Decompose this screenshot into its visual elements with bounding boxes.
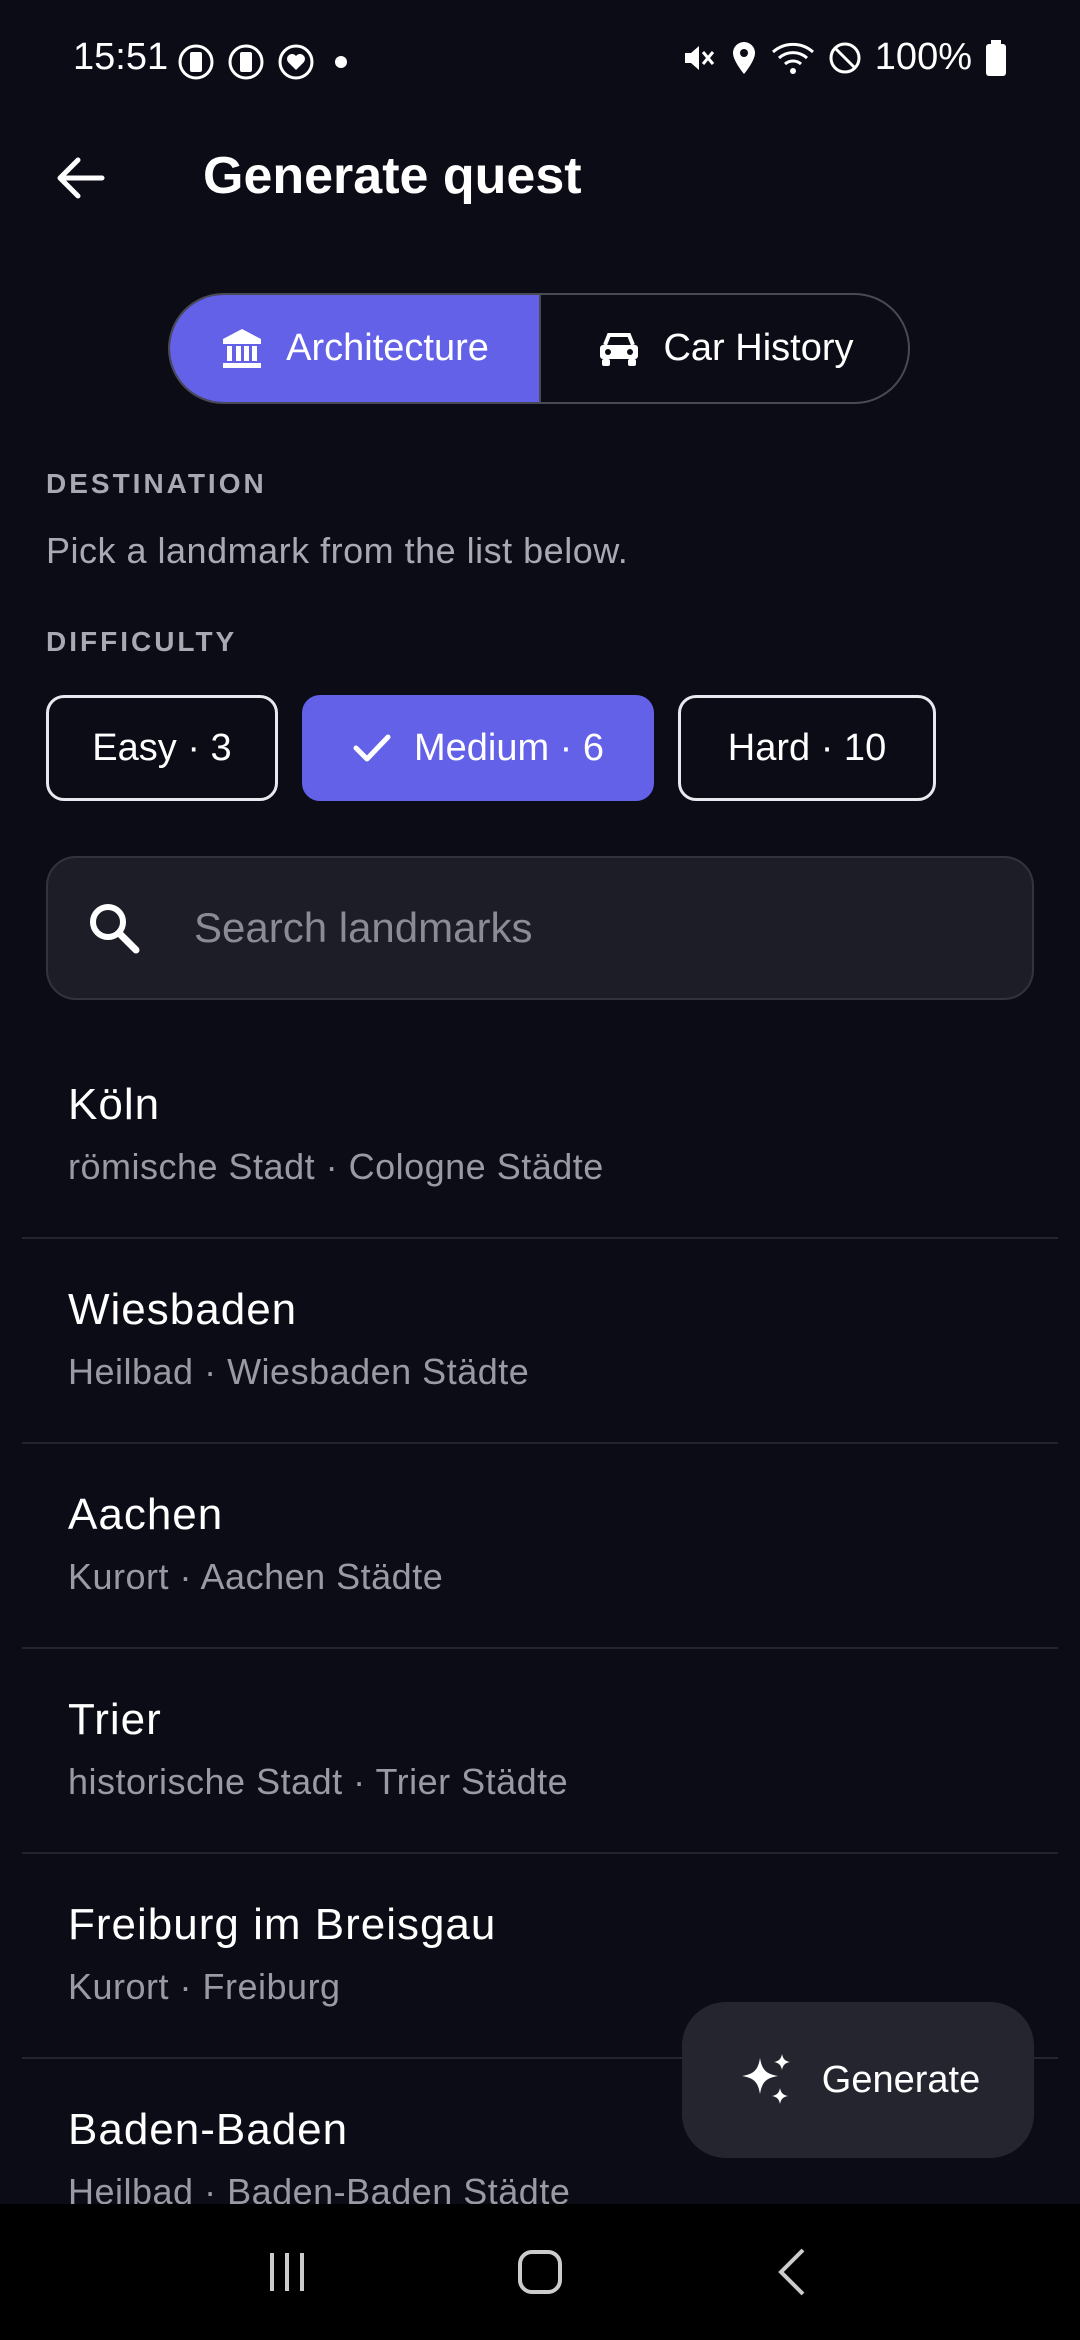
search-input[interactable] — [194, 904, 974, 952]
segment-label: Car History — [663, 327, 854, 369]
battery-percent: 100% — [874, 36, 972, 78]
recents-button[interactable] — [237, 2232, 337, 2312]
heart-notification-icon — [278, 44, 314, 80]
arrow-left-icon — [57, 157, 105, 199]
landmark-subtitle: Heilbad · Wiesbaden Städte — [68, 1351, 530, 1392]
sparkle-icon — [741, 2054, 790, 2104]
landmark-name: Wiesbaden — [68, 1285, 298, 1334]
mute-icon — [684, 45, 714, 70]
wifi-icon — [771, 42, 814, 74]
search-bar — [46, 856, 1034, 1000]
status-right: 100% — [681, 36, 1008, 79]
landmark-name: Freiburg im Breisgau — [68, 1900, 497, 1949]
landmark-subtitle: römische Stadt · Cologne Städte — [68, 1146, 604, 1187]
list-item[interactable]: Trier historische Stadt · Trier Städte — [22, 1649, 1058, 1854]
status-bar: 15:51 100% — [0, 0, 1080, 124]
generate-button[interactable]: Generate — [682, 2002, 1034, 2158]
screen: 15:51 100% Generate quest Architecture C… — [0, 0, 1080, 2340]
landmark-name: Aachen — [68, 1490, 224, 1539]
generate-label: Generate — [821, 2058, 981, 2101]
landmark-name: Köln — [68, 1080, 161, 1129]
car-icon — [600, 332, 639, 366]
category-segmented-control: Architecture Car History — [168, 293, 910, 404]
destination-helper: Pick a landmark from the list below. — [46, 530, 629, 571]
chip-label: Medium · 6 — [413, 726, 605, 769]
chip-label: Easy · 3 — [92, 726, 232, 769]
difficulty-label: DIFFICULTY — [46, 626, 238, 657]
landmark-subtitle: Kurort · Freiburg — [68, 1966, 341, 2007]
page-title: Generate quest — [203, 147, 582, 205]
back-button[interactable] — [40, 146, 120, 210]
difficulty-chip-hard[interactable]: Hard · 10 — [678, 695, 936, 801]
destination-label: DESTINATION — [46, 468, 267, 499]
do-not-disturb-icon — [829, 42, 861, 73]
landmark-name: Trier — [68, 1695, 162, 1744]
home-button[interactable] — [490, 2232, 590, 2312]
search-icon — [90, 904, 140, 954]
system-nav-bar — [0, 2204, 1080, 2340]
recents-icon — [269, 2253, 304, 2291]
app-notification-icon — [178, 44, 214, 80]
difficulty-chips: Easy · 3 Medium · 6 Hard · 10 — [46, 695, 936, 801]
segment-architecture[interactable]: Architecture — [170, 295, 541, 402]
app-notification-icon — [228, 44, 264, 80]
museum-icon — [223, 328, 262, 368]
chip-label: Hard · 10 — [727, 726, 887, 769]
landmark-name: Baden-Baden — [68, 2105, 349, 2154]
difficulty-chip-easy[interactable]: Easy · 3 — [46, 695, 278, 801]
home-icon — [517, 2250, 562, 2294]
battery-icon — [986, 39, 1006, 76]
dot-icon — [335, 56, 347, 68]
location-icon — [732, 41, 755, 74]
list-item[interactable]: Aachen Kurort · Aachen Städte — [22, 1444, 1058, 1649]
landmark-subtitle: historische Stadt · Trier Städte — [68, 1761, 569, 1802]
notification-icons — [176, 42, 356, 82]
check-icon — [353, 734, 391, 762]
list-item[interactable]: Köln römische Stadt · Cologne Städte — [22, 1034, 1058, 1239]
segment-car-history[interactable]: Car History — [541, 295, 908, 402]
landmark-subtitle: Kurort · Aachen Städte — [68, 1556, 444, 1597]
list-item[interactable]: Wiesbaden Heilbad · Wiesbaden Städte — [22, 1239, 1058, 1444]
difficulty-chip-medium[interactable]: Medium · 6 — [302, 695, 654, 801]
status-time: 15:51 — [73, 36, 169, 78]
segment-label: Architecture — [286, 327, 489, 369]
system-back-button[interactable] — [743, 2232, 843, 2312]
chevron-left-icon — [778, 2248, 805, 2296]
top-app-bar: Generate quest — [0, 124, 1080, 228]
